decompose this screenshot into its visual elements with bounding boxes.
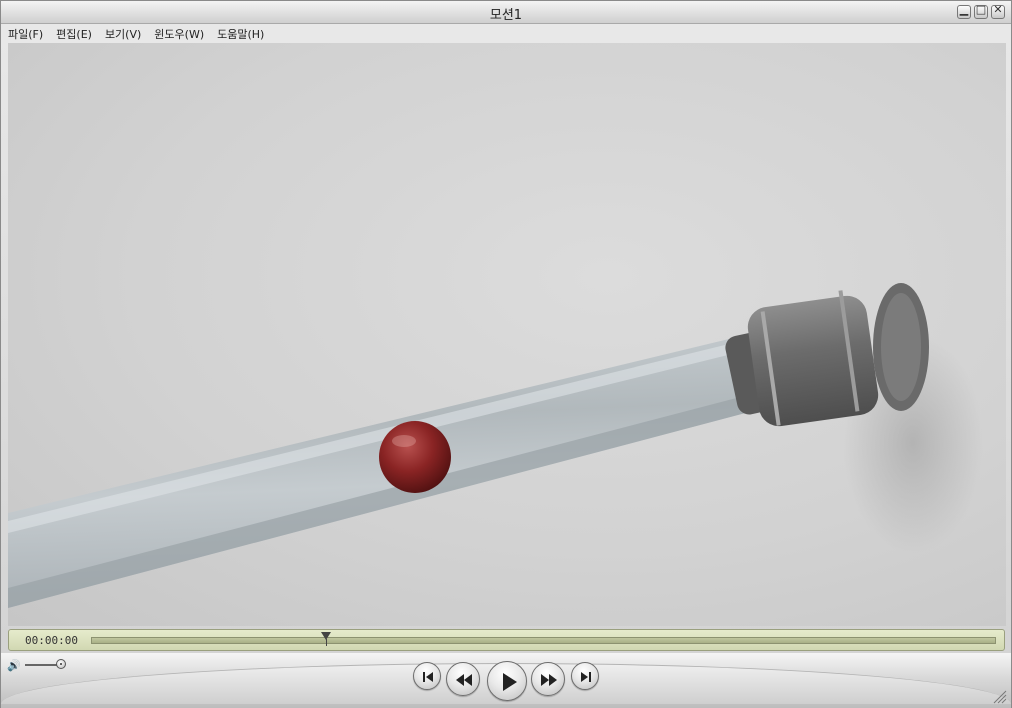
minimize-button[interactable]: ▁ — [957, 3, 971, 19]
resize-grip-icon[interactable] — [993, 690, 1007, 704]
window-controls: ▁ □ ✕ — [957, 3, 1005, 19]
fast-forward-icon — [541, 674, 557, 686]
menu-bar: 파일(F) 편집(E) 보기(V) 윈도우(W) 도움말(H) — [1, 24, 1011, 42]
minimize-icon: ▁ — [959, 3, 969, 16]
timeline-bar: 00:00:00 — [8, 629, 1005, 651]
rewind-icon — [456, 674, 472, 686]
rewind-button[interactable] — [446, 662, 480, 696]
maximize-icon: □ — [975, 3, 987, 16]
red-ball — [379, 421, 451, 493]
control-bar: 🔊 — [1, 653, 1011, 708]
maximize-button[interactable]: □ — [974, 3, 988, 19]
play-button[interactable] — [487, 661, 527, 701]
menu-view[interactable]: 보기(V) — [98, 24, 147, 42]
speaker-icon[interactable]: 🔊 — [7, 659, 21, 672]
title-bar[interactable]: 모션1 ▁ □ ✕ — [1, 1, 1011, 24]
skip-to-start-button[interactable] — [413, 662, 441, 690]
close-icon: ✕ — [993, 3, 1003, 16]
cap-flange-face — [881, 293, 921, 401]
fast-forward-button[interactable] — [531, 662, 565, 696]
skip-to-start-icon — [423, 672, 433, 682]
playhead-line — [326, 639, 328, 646]
video-frame[interactable] — [8, 43, 1006, 626]
skip-to-end-button[interactable] — [571, 662, 599, 690]
movie-player-window: 모션1 ▁ □ ✕ 파일(F) 편집(E) 보기(V) 윈도우(W) 도움말(H… — [0, 0, 1012, 708]
video-scene — [8, 283, 983, 608]
play-icon — [503, 673, 517, 691]
scrub-track[interactable] — [91, 637, 996, 644]
menu-file[interactable]: 파일(F) — [1, 24, 49, 42]
close-button[interactable]: ✕ — [991, 3, 1005, 19]
menu-edit[interactable]: 편집(E) — [49, 24, 98, 42]
skip-to-end-icon — [581, 672, 591, 682]
end-cap — [747, 295, 879, 427]
menu-help[interactable]: 도움말(H) — [210, 24, 270, 42]
menu-window[interactable]: 윈도우(W) — [147, 24, 210, 42]
volume-slider-knob[interactable] — [56, 659, 66, 669]
timecode-display: 00:00:00 — [25, 634, 78, 647]
window-title: 모션1 — [489, 8, 523, 23]
ball-highlight — [392, 435, 416, 447]
